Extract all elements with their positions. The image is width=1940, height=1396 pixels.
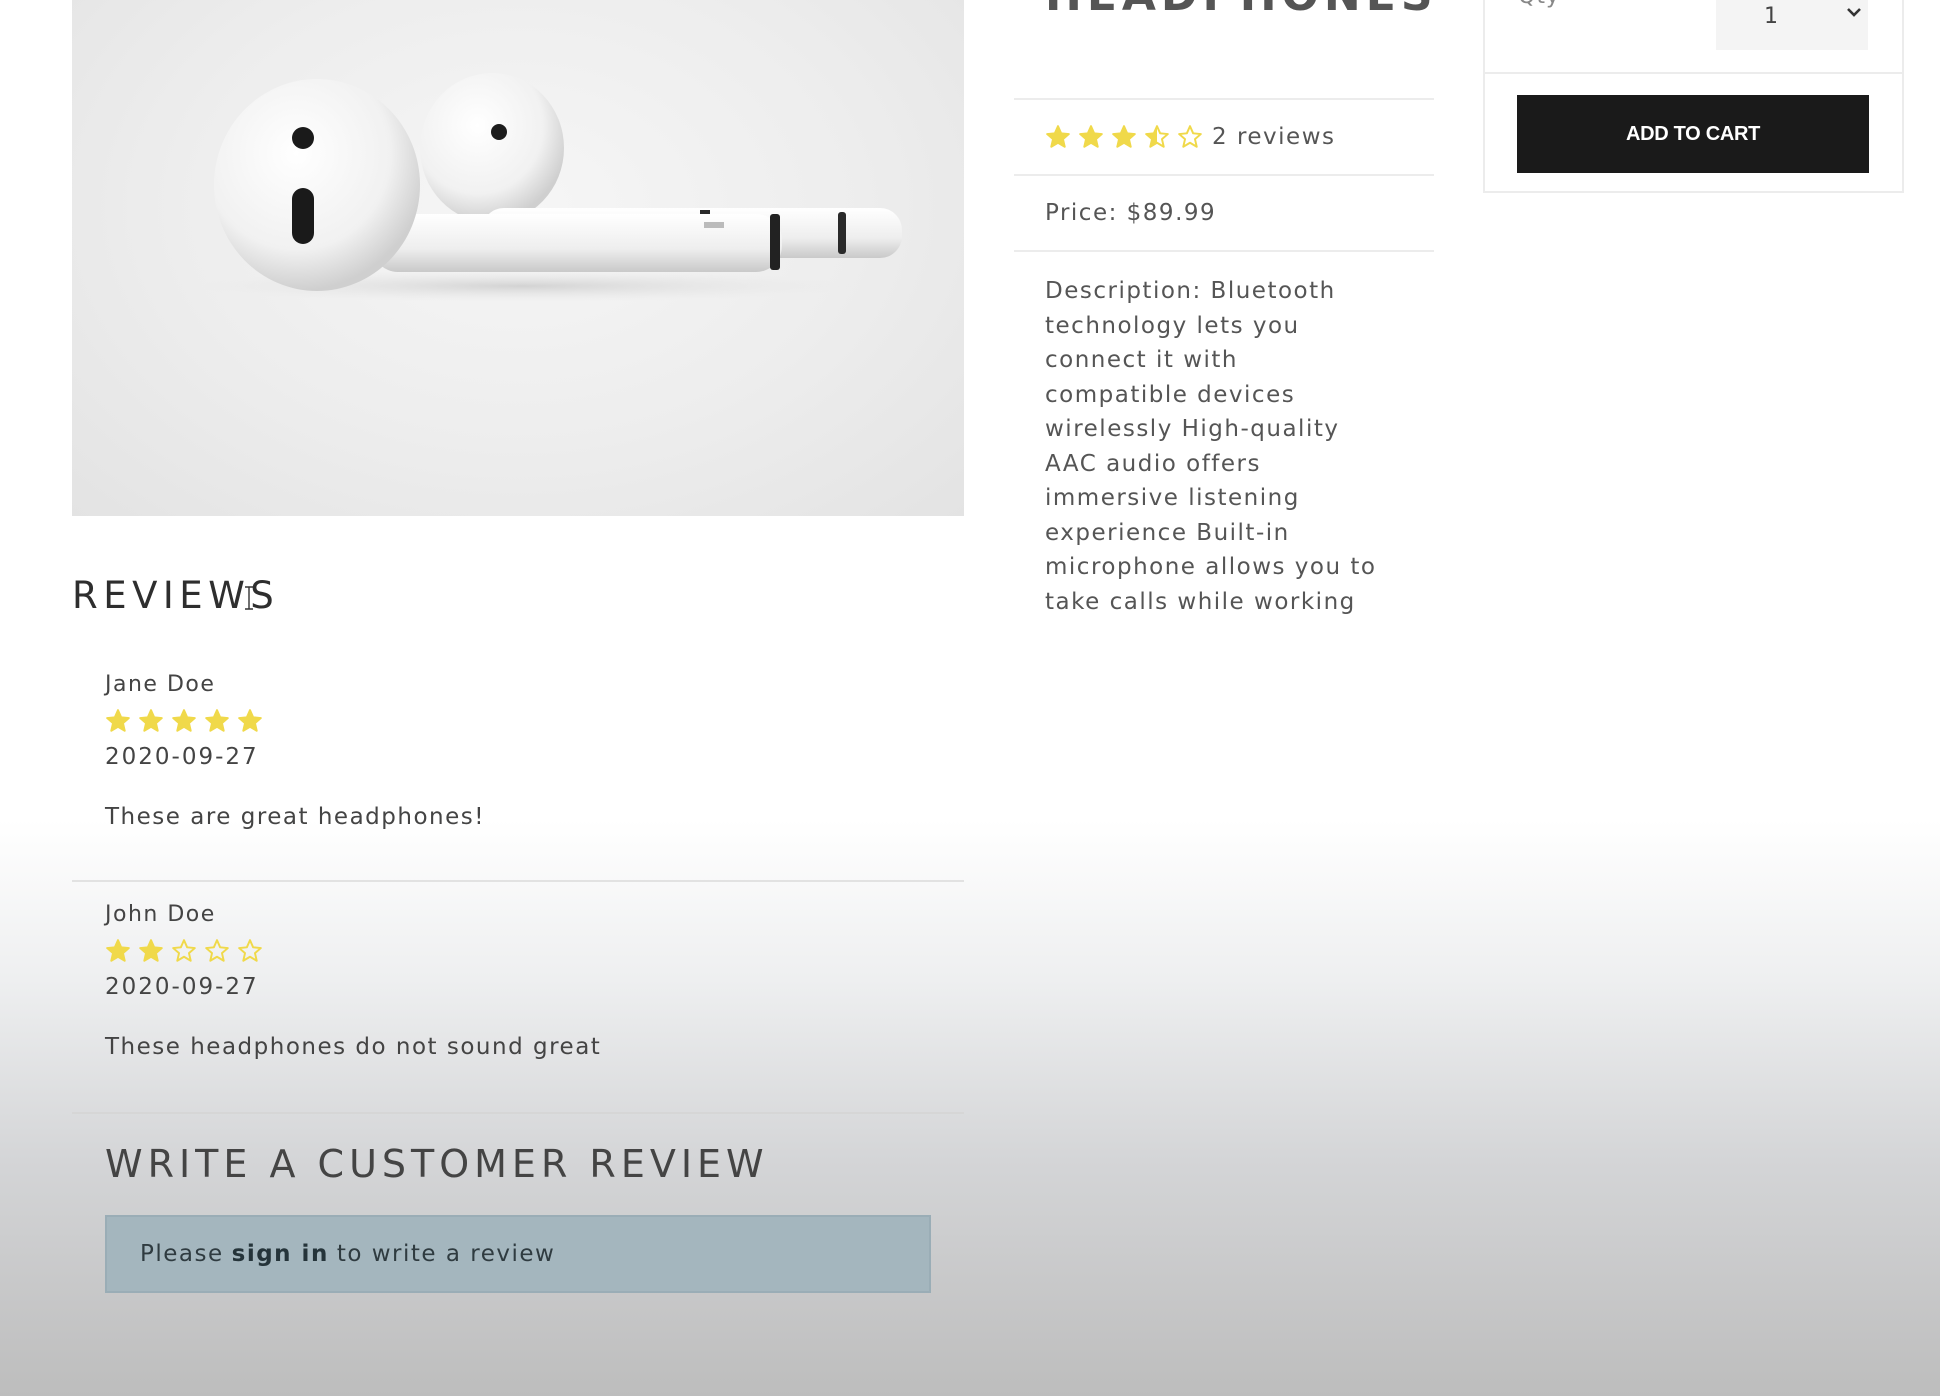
qty-label: Qty [1518,0,1560,9]
star-empty-icon [238,939,262,962]
product-description: Description: Bluetooth technology lets y… [1014,250,1434,619]
product-rating-row: 2 reviews [1014,98,1434,174]
sign-in-prefix: Please [140,1241,224,1267]
star-full-icon [106,939,130,962]
review-date: 2020-09-27 [105,744,259,770]
review-rating-stars [105,938,270,964]
star-full-icon [238,709,262,732]
star-full-icon [139,709,163,732]
qty-value: 1 [1764,3,1778,29]
reviewer-name: John Doe [105,902,216,927]
star-full-icon [1046,125,1070,148]
star-empty-icon [1178,125,1202,148]
review-rating-stars [105,708,270,734]
review-date: 2020-09-27 [105,974,259,1000]
sign-in-link[interactable]: sign in [232,1241,329,1267]
chevron-down-icon [1847,8,1861,17]
review-item: John Doe 2020-09-27 These headphones do … [72,890,964,1114]
write-review-heading: WRITE A CUSTOMER REVIEW [105,1142,769,1186]
review-comment: These headphones do not sound great [105,1034,602,1060]
add-to-cart-button[interactable]: ADD TO CART [1517,95,1869,173]
reviews-count: 2 reviews [1212,124,1336,150]
star-half-icon [1145,125,1169,148]
product-image [72,0,964,516]
text-cursor-icon [245,586,253,610]
review-comment: These are great headphones! [105,804,485,830]
product-price: Price: $89.99 [1014,174,1434,250]
sign-in-alert: Please sign in to write a review [105,1215,931,1293]
star-full-icon [172,709,196,732]
star-empty-icon [205,939,229,962]
sign-in-suffix: to write a review [336,1241,556,1267]
review-item: Jane Doe 2020-09-27 These are great head… [72,660,964,882]
star-empty-icon [172,939,196,962]
earbuds-illustration [192,73,902,302]
star-full-icon [1079,125,1103,148]
product-title: HEADPHONES [1045,0,1438,21]
product-rating-stars [1045,124,1210,150]
star-full-icon [1112,125,1136,148]
star-full-icon [205,709,229,732]
star-full-icon [139,939,163,962]
reviewer-name: Jane Doe [105,672,216,697]
cart-divider [1485,72,1902,74]
star-full-icon [106,709,130,732]
qty-select[interactable]: 1 [1716,0,1868,50]
